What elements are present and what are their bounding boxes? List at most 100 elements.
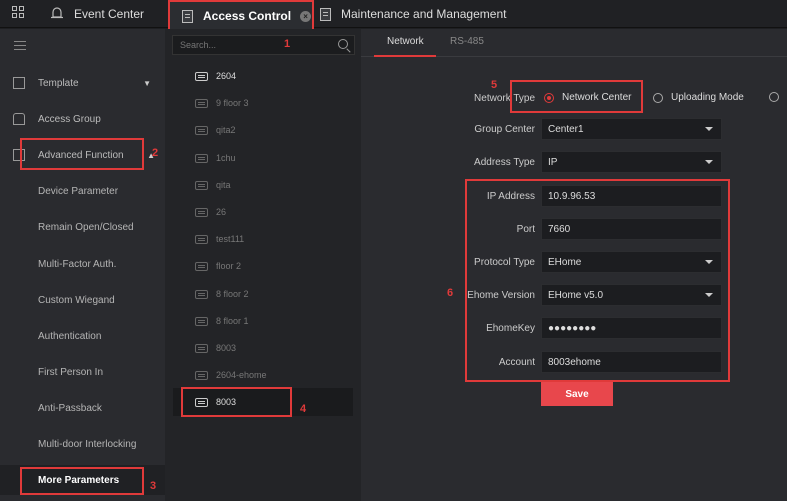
- device-icon: [195, 343, 208, 353]
- sidebar-subitem[interactable]: Multi-door Interlocking: [0, 429, 165, 459]
- device-icon: [195, 180, 208, 190]
- annotation-number: 5: [491, 79, 498, 91]
- radio-label: Uploading Mode: [671, 92, 744, 103]
- select-value: Center1: [548, 123, 584, 135]
- dropdown-arrow-icon: [705, 160, 713, 164]
- sidebar-item-label: First Person In: [38, 366, 104, 378]
- subtab-bar: Network RS-485: [361, 29, 787, 57]
- sidebar-subitem[interactable]: Remain Open/Closed: [0, 212, 165, 242]
- device-item[interactable]: qita2: [195, 121, 236, 139]
- search-input[interactable]: [173, 36, 323, 54]
- close-icon[interactable]: ×: [300, 10, 312, 22]
- device-item[interactable]: test111: [195, 230, 244, 248]
- tab-access-control[interactable]: Access Control ×: [168, 0, 314, 32]
- annotation-number: 1: [284, 38, 291, 50]
- device-label: 1chu: [216, 153, 236, 163]
- sidebar-item-template[interactable]: Template ▼: [0, 68, 165, 98]
- device-label: qita: [216, 180, 231, 190]
- device-icon: [195, 234, 208, 244]
- tab-event-center[interactable]: Event Center: [50, 0, 144, 28]
- radio-unchecked-icon: [769, 92, 779, 102]
- sidebar-item-label: Anti-Passback: [38, 402, 102, 414]
- device-label: floor 2: [216, 261, 242, 271]
- sidebar-subitem[interactable]: Custom Wiegand: [0, 285, 165, 315]
- annotation-number: 6: [447, 287, 454, 299]
- device-item[interactable]: 8 floor 1: [195, 312, 249, 330]
- device-item[interactable]: 8 floor 2: [195, 285, 249, 303]
- device-list: 2604 9 floor 3 qita2 1chu qita 26 test11…: [165, 29, 361, 501]
- tab-rs485[interactable]: RS-485: [450, 36, 484, 47]
- annotation-number: 4: [300, 403, 307, 415]
- sidebar-item-label: Access Group: [38, 113, 101, 125]
- tab-label: Maintenance and Management: [341, 7, 507, 21]
- device-label: 26: [216, 207, 227, 217]
- radio-unchecked-icon: [653, 92, 663, 103]
- highlight-box: [181, 387, 292, 417]
- app-grid-icon[interactable]: [12, 6, 26, 20]
- sidebar-subitem[interactable]: Authentication: [0, 321, 165, 351]
- dropdown-arrow-icon: [705, 127, 713, 131]
- group-center-label: Group Center: [474, 124, 535, 135]
- address-type-select[interactable]: IP: [541, 151, 722, 173]
- tab-maintenance[interactable]: Maintenance and Management: [320, 0, 506, 28]
- device-item[interactable]: 26: [195, 203, 226, 221]
- device-label: 8 floor 2: [216, 289, 249, 299]
- sidebar-item-label: Custom Wiegand: [38, 294, 115, 306]
- menu-icon[interactable]: [14, 41, 26, 53]
- device-icon: [195, 261, 208, 271]
- device-item[interactable]: qita: [195, 176, 231, 194]
- sidebar-subitem[interactable]: Multi-Factor Auth.: [0, 249, 165, 279]
- sidebar-subitem[interactable]: Device Parameter: [0, 176, 165, 206]
- tab-label: Access Control: [203, 9, 292, 23]
- sidebar-item-label: Multi-Factor Auth.: [38, 258, 117, 270]
- highlight-box: [465, 179, 730, 382]
- device-label: 8003: [216, 343, 237, 353]
- tab-label: Event Center: [74, 7, 145, 21]
- device-label: 2604-ehome: [216, 370, 267, 380]
- sidebar-subitem[interactable]: First Person In: [0, 357, 165, 387]
- template-icon: [13, 77, 25, 89]
- device-icon: [195, 289, 208, 299]
- search-icon[interactable]: [338, 39, 348, 49]
- device-icon: [195, 153, 208, 163]
- device-label: 2604: [216, 71, 237, 81]
- radio-uploading-mode[interactable]: Uploading Mode: [653, 92, 744, 103]
- radio-more-option[interactable]: [769, 92, 787, 102]
- search-box: [172, 35, 355, 55]
- caret-down-icon: ▼: [143, 78, 151, 88]
- device-item[interactable]: 2604: [195, 67, 236, 85]
- device-icon: [195, 207, 208, 217]
- sidebar-item-label: Authentication: [38, 330, 102, 342]
- sidebar-item-label: Device Parameter: [38, 185, 119, 197]
- annotation-number: 2: [152, 147, 159, 159]
- sidebar-subitem[interactable]: Anti-Passback: [0, 393, 165, 423]
- device-item[interactable]: 9 floor 3: [195, 94, 249, 112]
- sidebar-item-access-group[interactable]: Access Group: [0, 104, 165, 134]
- highlight-box: [20, 138, 144, 170]
- sidebar-item-label: Remain Open/Closed: [38, 221, 134, 233]
- device-item[interactable]: floor 2: [195, 257, 241, 275]
- sidebar: Template ▼ Access Group Advanced Functio…: [0, 29, 165, 501]
- device-label: test111: [216, 234, 245, 244]
- group-center-select[interactable]: Center1: [541, 118, 722, 140]
- lock-icon: [13, 113, 25, 125]
- sidebar-item-label: Multi-door Interlocking: [38, 438, 137, 450]
- select-value: IP: [548, 156, 558, 168]
- tab-network[interactable]: Network: [387, 36, 424, 47]
- annotation-number: 3: [150, 480, 157, 492]
- event-bell-icon: [50, 6, 64, 23]
- device-icon: [195, 71, 208, 81]
- highlight-box: [510, 80, 643, 113]
- device-icon: [195, 98, 208, 108]
- top-bar: Event Center Access Control × Maintenanc…: [0, 0, 787, 32]
- active-tab-indicator: [374, 55, 436, 57]
- device-item[interactable]: 2604-ehome: [195, 366, 267, 384]
- doc-icon: [182, 9, 193, 23]
- save-button[interactable]: Save: [541, 382, 613, 406]
- device-label: qita2: [216, 125, 236, 135]
- device-item[interactable]: 1chu: [195, 149, 236, 167]
- address-type-label: Address Type: [474, 157, 535, 168]
- device-icon: [195, 370, 208, 380]
- device-icon: [195, 125, 208, 135]
- device-item[interactable]: 8003: [195, 339, 236, 357]
